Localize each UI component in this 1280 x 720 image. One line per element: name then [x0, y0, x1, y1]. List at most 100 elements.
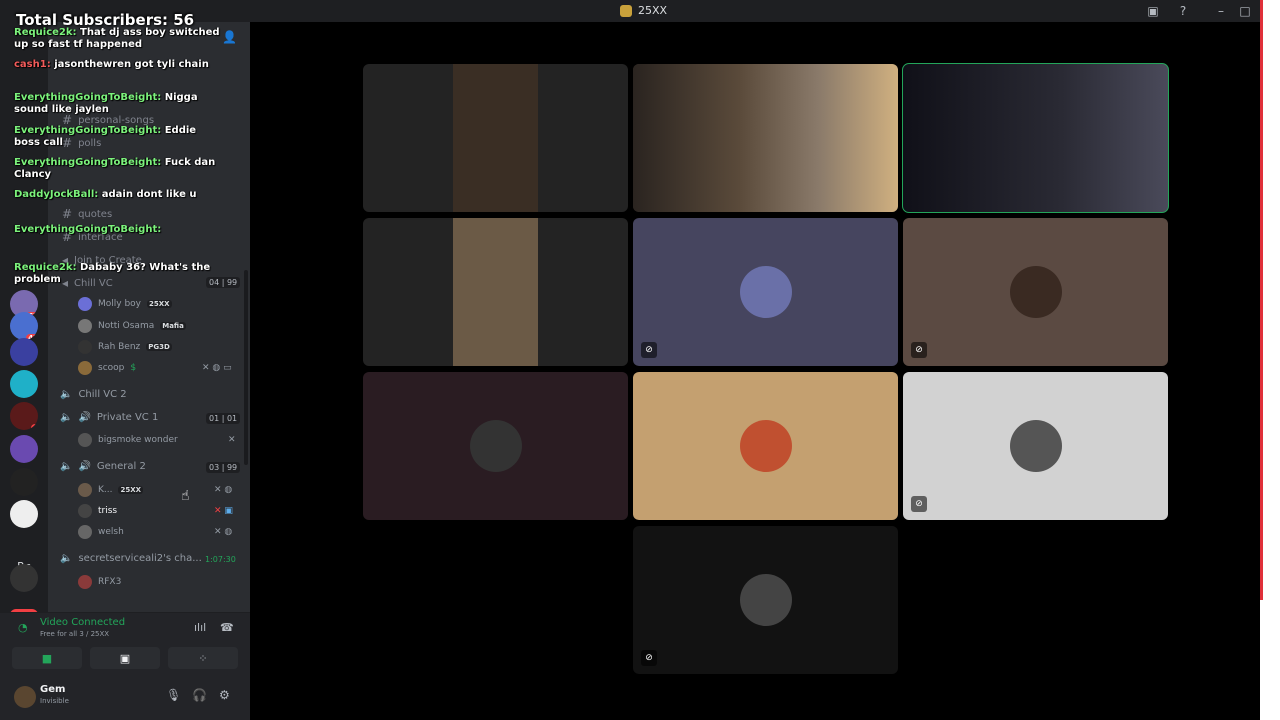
video-tile[interactable]: [902, 63, 1169, 213]
server-icon[interactable]: [10, 338, 38, 366]
mouse-cursor: ☝: [181, 488, 190, 504]
video-tile[interactable]: [363, 218, 628, 366]
channel-quotes[interactable]: # quotes: [62, 207, 112, 221]
server-icon[interactable]: 6: [10, 402, 38, 430]
voice-member[interactable]: K... 25XX: [78, 483, 144, 497]
avatar: [739, 574, 792, 626]
speaker-icon: 🔈: [60, 412, 73, 423]
avatar: [78, 575, 92, 589]
chat-message: EverythingGoingToBeight: Fuck dan Clancy: [14, 157, 216, 180]
participant-tile[interactable]: ⊘: [903, 372, 1168, 520]
server-icon[interactable]: [10, 500, 38, 528]
avatar: [78, 504, 92, 518]
screen-share-icon: ▣: [119, 651, 131, 665]
voice-status-text[interactable]: Video Connected: [40, 617, 125, 628]
voice-channel-link[interactable]: Free for all 3 / 25XX: [40, 630, 109, 638]
voice-channel-chill-vc-2[interactable]: 🔈 Chill VC 2: [60, 389, 127, 400]
activities-icon: ⁘: [198, 651, 208, 665]
disconnect-icon[interactable]: ☎: [220, 621, 234, 634]
add-member-icon[interactable]: 👤: [222, 30, 237, 44]
participant-tile[interactable]: [363, 372, 628, 520]
muted-mic-icon: ⊘: [641, 650, 657, 666]
private-vc-count: 01 | 01: [206, 413, 241, 424]
speaker-icon: 🔈: [60, 553, 73, 564]
video-feed: [903, 64, 1168, 212]
participant-tile[interactable]: ⊘: [633, 526, 898, 674]
headphones-icon[interactable]: 🎧: [192, 688, 207, 702]
avatar: [78, 319, 92, 333]
server-icon[interactable]: [10, 468, 38, 496]
speaker-icon: 🔈: [60, 461, 73, 472]
voice-channel-private-vc-1[interactable]: 🔈 🔊 Private VC 1: [60, 412, 158, 423]
chat-message: cash1: jasonthewren got tyli chain: [14, 59, 209, 70]
camera-button[interactable]: ■: [12, 647, 82, 669]
voice-member[interactable]: welsh: [78, 525, 124, 539]
chat-message: EverythingGoingToBeight: Nigga sound lik…: [14, 92, 198, 115]
inbox-icon[interactable]: ▣: [1145, 3, 1161, 19]
voice-member[interactable]: Notti Osama Mafia: [78, 319, 186, 333]
video-feed: [633, 64, 898, 212]
server-icon[interactable]: [10, 435, 38, 463]
muted-mic-icon: ⊘: [911, 496, 927, 512]
sidebar-scrollbar[interactable]: [244, 270, 248, 465]
user-panel: Gem Invisible 🎙 🎧 ⚙: [0, 676, 250, 720]
stage-timer: 1:07:30: [205, 555, 236, 564]
avatar: [78, 340, 92, 354]
member-status-icons: ✕ ▣: [214, 506, 233, 516]
voice-member[interactable]: Molly boy 25XX: [78, 297, 172, 311]
avatar: [78, 525, 92, 539]
avatar: [1009, 266, 1062, 318]
video-tile[interactable]: [363, 64, 628, 212]
settings-gear-icon[interactable]: ⚙: [219, 688, 230, 702]
help-icon[interactable]: ?: [1175, 3, 1191, 19]
minimize-button[interactable]: –: [1213, 3, 1229, 19]
avatar[interactable]: [14, 686, 36, 708]
user-name[interactable]: Gem: [40, 684, 65, 695]
participant-tile[interactable]: [633, 372, 898, 520]
voice-status-panel: ◔ Video Connected Free for all 3 / 25XX …: [0, 612, 250, 676]
participant-tile[interactable]: ⊘: [633, 218, 898, 366]
speaker-icon: 🔈: [60, 389, 73, 400]
server-icon[interactable]: [10, 564, 38, 592]
participant-tile[interactable]: ⊘: [903, 218, 1168, 366]
screen-share-button[interactable]: ▣: [90, 647, 160, 669]
deafen-icon: ✕: [228, 435, 236, 445]
voice-member[interactable]: bigsmoke wonder: [78, 433, 178, 447]
voice-member[interactable]: RFX3: [78, 575, 121, 589]
side-app-window: [1260, 0, 1280, 720]
chat-message: Requice2k: Dababy 36? What's the problem: [14, 262, 211, 285]
avatar: [78, 361, 92, 375]
stage-channel[interactable]: 🔈 secretserviceali2's cha...: [60, 553, 202, 564]
member-status-icons: ✕ ◍: [214, 527, 233, 537]
voice-member[interactable]: Rah Benz PG3D: [78, 340, 172, 354]
camera-icon: ■: [41, 651, 53, 665]
server-icon[interactable]: [10, 370, 38, 398]
avatar: [78, 483, 92, 497]
avatar: [1009, 420, 1062, 472]
muted-mic-icon: ⊘: [911, 342, 927, 358]
app-accent-bar: [1260, 0, 1263, 600]
chat-message: EverythingGoingToBeight:: [14, 224, 162, 235]
server-icon[interactable]: 45: [10, 312, 38, 340]
avatar: [469, 420, 522, 472]
video-tile[interactable]: [633, 64, 898, 212]
noise-suppression-icon[interactable]: ılıl: [194, 621, 206, 634]
user-status: Invisible: [40, 697, 69, 705]
voice-member[interactable]: triss: [78, 504, 117, 518]
avatar: [739, 420, 792, 472]
window-title: 25XX: [620, 4, 667, 17]
general-vc-count: 03 | 99: [206, 462, 241, 473]
avatar: [739, 266, 792, 318]
chat-message: DaddyJockBall: adain dont like u: [14, 189, 197, 200]
maximize-button[interactable]: □: [1237, 3, 1253, 19]
signal-icon: ◔: [18, 621, 28, 634]
activities-button[interactable]: ⁘: [168, 647, 238, 669]
voice-member[interactable]: scoop $: [78, 361, 136, 375]
avatar: [78, 297, 92, 311]
video-feed: [453, 218, 538, 366]
microphone-icon[interactable]: 🎙: [166, 688, 181, 702]
video-feed: [453, 64, 538, 212]
server-icon: [620, 4, 632, 17]
avatar: [78, 433, 92, 447]
voice-channel-general-2[interactable]: 🔈 🔊 General 2: [60, 461, 146, 472]
